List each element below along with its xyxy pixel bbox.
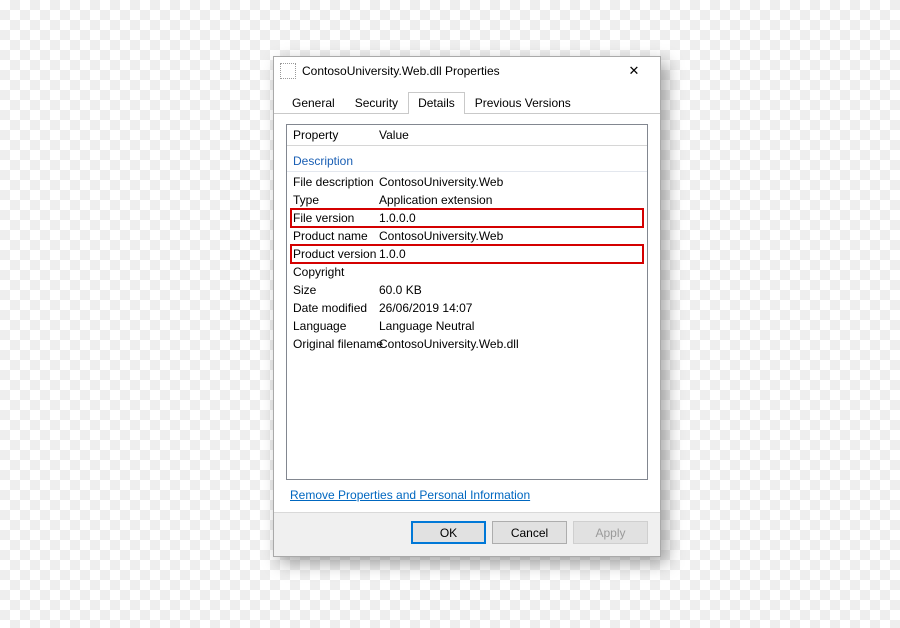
label-product-version: Product version	[293, 246, 379, 262]
row-size[interactable]: Size 60.0 KB	[291, 281, 643, 299]
row-file-description[interactable]: File description ContosoUniversity.Web	[291, 173, 643, 191]
row-original-filename[interactable]: Original filename ContosoUniversity.Web.…	[291, 335, 643, 353]
label-product-name: Product name	[293, 228, 379, 244]
value-date-modified: 26/06/2019 14:07	[379, 300, 641, 316]
link-row: Remove Properties and Personal Informati…	[286, 480, 648, 506]
section-description: Description	[291, 150, 643, 169]
value-product-name: ContosoUniversity.Web	[379, 228, 641, 244]
column-header-property: Property	[293, 128, 379, 142]
label-file-description: File description	[293, 174, 379, 190]
row-file-version[interactable]: File version 1.0.0.0	[291, 209, 643, 227]
cancel-button[interactable]: Cancel	[492, 521, 567, 544]
row-type[interactable]: Type Application extension	[291, 191, 643, 209]
tab-content: Property Value Description File descript…	[274, 114, 660, 512]
label-type: Type	[293, 192, 379, 208]
row-date-modified[interactable]: Date modified 26/06/2019 14:07	[291, 299, 643, 317]
row-product-version[interactable]: Product version 1.0.0	[291, 245, 643, 263]
row-product-name[interactable]: Product name ContosoUniversity.Web	[291, 227, 643, 245]
tab-general[interactable]: General	[282, 92, 345, 114]
tab-previous-versions[interactable]: Previous Versions	[465, 92, 581, 114]
value-product-version: 1.0.0	[379, 246, 641, 262]
label-language: Language	[293, 318, 379, 334]
remove-properties-link[interactable]: Remove Properties and Personal Informati…	[290, 488, 530, 502]
label-size: Size	[293, 282, 379, 298]
value-language: Language Neutral	[379, 318, 641, 334]
tab-details[interactable]: Details	[408, 92, 465, 114]
column-header-value: Value	[379, 128, 641, 142]
value-type: Application extension	[379, 192, 641, 208]
value-file-description: ContosoUniversity.Web	[379, 174, 641, 190]
value-size: 60.0 KB	[379, 282, 641, 298]
value-copyright	[379, 264, 641, 280]
list-header: Property Value	[287, 125, 647, 146]
value-original-filename: ContosoUniversity.Web.dll	[379, 336, 641, 352]
label-file-version: File version	[293, 210, 379, 226]
apply-button[interactable]: Apply	[573, 521, 648, 544]
row-language[interactable]: Language Language Neutral	[291, 317, 643, 335]
label-original-filename: Original filename	[293, 336, 379, 352]
titlebar: ContosoUniversity.Web.dll Properties ✕	[274, 57, 660, 85]
window-title: ContosoUniversity.Web.dll Properties	[302, 64, 614, 78]
tab-security[interactable]: Security	[345, 92, 408, 114]
properties-dialog: ContosoUniversity.Web.dll Properties ✕ G…	[273, 56, 661, 557]
property-list[interactable]: Property Value Description File descript…	[286, 124, 648, 480]
row-copyright[interactable]: Copyright	[291, 263, 643, 281]
label-date-modified: Date modified	[293, 300, 379, 316]
close-icon: ✕	[629, 63, 640, 79]
label-copyright: Copyright	[293, 264, 379, 280]
tab-strip: General Security Details Previous Versio…	[274, 85, 660, 114]
value-file-version: 1.0.0.0	[379, 210, 641, 226]
button-bar: OK Cancel Apply	[274, 512, 660, 556]
ok-button[interactable]: OK	[411, 521, 486, 544]
file-icon	[280, 63, 296, 79]
close-button[interactable]: ✕	[614, 59, 654, 83]
